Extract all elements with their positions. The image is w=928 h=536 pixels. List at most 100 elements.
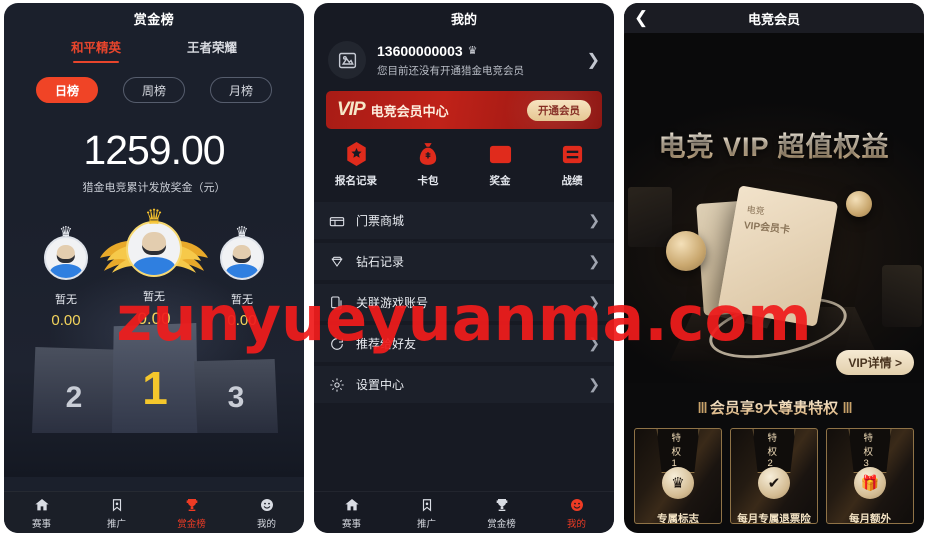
podium-section: ♛ 暂无 0.00 ♛ 暂无 0.00 ♛ 暂无 0.00 2 1 3 xyxy=(4,207,304,477)
menu-item-label: 钻石记录 xyxy=(356,255,405,269)
smiley-icon xyxy=(539,496,614,514)
vip-detail-button[interactable]: VIP详情 > xyxy=(836,350,914,375)
tabbar-mine: 赛事 推广 赏金榜 我的 xyxy=(314,491,614,533)
crown-icon: ♛ xyxy=(467,45,478,57)
menu-item-label: 推荐给好友 xyxy=(356,337,417,351)
trophy-icon xyxy=(464,496,539,514)
tab-peacekeeper-elite[interactable]: 和平精英 xyxy=(71,37,121,63)
podium-score: 0.00 xyxy=(137,309,171,328)
tabbar-item-mine[interactable]: 我的 xyxy=(229,496,304,530)
tabbar-label: 赏金榜 xyxy=(177,518,206,530)
tabbar-ranking: 赛事 推广 赏金榜 我的 xyxy=(4,491,304,533)
decor-box-right xyxy=(882,265,922,327)
quick-action-records[interactable]: 战绩 xyxy=(536,142,608,188)
chevron-right-icon: ❯ xyxy=(588,376,600,392)
vip-hero-banner: 电竞 VIP 超值权益 VIP 电竞 VIP会员卡 VIP详情 > xyxy=(624,33,924,383)
podium-name: 暂无 xyxy=(55,294,77,306)
tabbar-item-events[interactable]: 赛事 xyxy=(314,496,389,530)
podium-steps: 2 1 3 xyxy=(4,313,304,433)
screenshot-stage: 赏金榜 和平精英 王者荣耀 日榜 周榜 月榜 1259.00 猎金电竞累计发放奖… xyxy=(0,0,928,536)
avatar-holder xyxy=(44,236,88,285)
membership-status-text: 您目前还没有开通猎金电竞会员 xyxy=(377,64,524,77)
podium-step-2: 2 xyxy=(32,347,116,433)
privilege-label: 每月专属退票险 xyxy=(737,513,811,524)
crown-icon: ♛ xyxy=(235,224,249,241)
quick-action-bonus[interactable]: 奖金 xyxy=(464,142,536,188)
store-icon xyxy=(328,213,346,229)
tabbar-label: 推广 xyxy=(106,518,126,530)
podium-entry-2[interactable]: ♛ 暂无 0.00 xyxy=(20,207,112,329)
bookmark-star-icon xyxy=(389,496,464,514)
vip-card-line1: 电竞 xyxy=(746,204,766,217)
home-icon xyxy=(314,496,389,514)
pill-daily[interactable]: 日榜 xyxy=(36,77,98,103)
quick-action-label: 奖金 xyxy=(489,175,511,187)
tab-honor-of-kings[interactable]: 王者荣耀 xyxy=(187,37,237,63)
quick-action-card-pack[interactable]: 卡包 xyxy=(392,142,464,188)
total-bounty-amount: 1259.00 xyxy=(83,127,225,173)
panel-mine: 我的 13600000003 ♛ 您目前还没有开通猎金电竞会员 ❯ VIP 电竞… xyxy=(314,3,614,533)
activate-membership-button[interactable]: 开通会员 xyxy=(527,99,591,121)
total-bounty-caption: 猎金电竞累计发放奖金（元） xyxy=(82,182,226,194)
tabbar-label: 赛事 xyxy=(341,518,361,530)
menu-item-ticket-store[interactable]: 门票商城 ❯ xyxy=(314,202,614,239)
privilege-label: 每月额外 xyxy=(849,513,891,524)
decor-box-left xyxy=(628,187,672,247)
page-title-mine: 我的 xyxy=(450,11,477,27)
list-icon xyxy=(536,142,608,166)
pill-monthly[interactable]: 月榜 xyxy=(210,77,272,103)
privileges-heading: Ⅲ 会员享9大尊贵特权 Ⅲ xyxy=(624,397,924,418)
quick-action-signup-records[interactable]: 报名记录 xyxy=(320,142,392,188)
page-title-vip: 电竞会员 xyxy=(747,11,800,27)
chevron-right-icon[interactable]: ❯ xyxy=(587,50,600,70)
gear-icon xyxy=(328,377,346,393)
diamond-icon xyxy=(328,254,346,270)
menu-item-settings-center[interactable]: 设置中心 ❯ xyxy=(314,366,614,403)
chevron-right-icon: ❯ xyxy=(588,253,600,269)
chevron-left-icon[interactable]: ❮ xyxy=(634,8,654,28)
tabbar-item-bounty[interactable]: 赏金榜 xyxy=(464,496,539,530)
tabbar-label: 赛事 xyxy=(31,518,51,530)
vip-center-banner[interactable]: VIP 电竞会员中心 开通会员 xyxy=(326,91,602,129)
tabbar-item-promotion[interactable]: 推广 xyxy=(79,496,154,530)
quick-action-label: 战绩 xyxy=(561,175,583,187)
privileges-heading-text: 会员享9大尊贵特权 xyxy=(709,400,839,417)
podium-avatars: ♛ 暂无 0.00 ♛ 暂无 0.00 ♛ 暂无 0.00 xyxy=(4,207,304,329)
tabbar-label: 我的 xyxy=(566,518,586,530)
tabbar-label: 推广 xyxy=(416,518,436,530)
menu-item-label: 门票商城 xyxy=(356,214,405,228)
coin-icon xyxy=(846,191,872,217)
vip-banner-text: 电竞会员中心 xyxy=(370,103,449,119)
vip-hero-title: 电竞 VIP 超值权益 xyxy=(624,125,924,164)
privilege-card-2[interactable]: 特权2 ✔ 每月专属退票险 xyxy=(730,428,818,524)
privilege-label: 专属标志 xyxy=(657,513,699,524)
menu-item-diamond-records[interactable]: 钻石记录 ❯ xyxy=(314,243,614,280)
chevron-right-icon: ❯ xyxy=(588,212,600,228)
podium-entry-3[interactable]: ♛ 暂无 0.00 xyxy=(196,207,288,329)
menu-item-label: 关联游戏账号 xyxy=(356,296,429,310)
chevron-right-icon: ❯ xyxy=(588,335,600,351)
privilege-card-1[interactable]: 特权1 ♛ 专属标志 xyxy=(634,428,722,524)
tabbar-item-bounty[interactable]: 赏金榜 xyxy=(154,496,229,530)
avatar-holder xyxy=(220,236,264,285)
menu-item-link-game-account[interactable]: 关联游戏账号 ❯ xyxy=(314,284,614,321)
tabbar-label: 赏金榜 xyxy=(487,518,516,530)
game-tab-group: 和平精英 王者荣耀 xyxy=(4,33,304,63)
crown-icon: ♛ xyxy=(662,467,694,499)
tabbar-item-events[interactable]: 赛事 xyxy=(4,496,79,530)
privilege-card-3[interactable]: 特权3 🎁 每月额外 xyxy=(826,428,914,524)
tabbar-item-mine[interactable]: 我的 xyxy=(539,496,614,530)
user-profile-row[interactable]: 13600000003 ♛ 您目前还没有开通猎金电竞会员 ❯ xyxy=(314,33,614,91)
link-game-icon xyxy=(328,295,346,311)
tabbar-item-promotion[interactable]: 推广 xyxy=(389,496,464,530)
vip-header: ❮ 电竞会员 xyxy=(624,3,924,33)
podium-step-3: 3 xyxy=(194,359,278,433)
pill-weekly[interactable]: 周榜 xyxy=(123,77,185,103)
shield-check-icon: ✔ xyxy=(758,467,790,499)
podium-entry-1[interactable]: ♛ 暂无 0.00 xyxy=(100,207,208,329)
podium-name: 暂无 xyxy=(231,294,253,306)
ornament-right: Ⅲ xyxy=(842,400,852,417)
menu-item-recommend-friend[interactable]: 推荐给好友 ❯ xyxy=(314,325,614,362)
menu-item-label: 设置中心 xyxy=(356,378,405,392)
bookmark-star-icon xyxy=(79,496,154,514)
